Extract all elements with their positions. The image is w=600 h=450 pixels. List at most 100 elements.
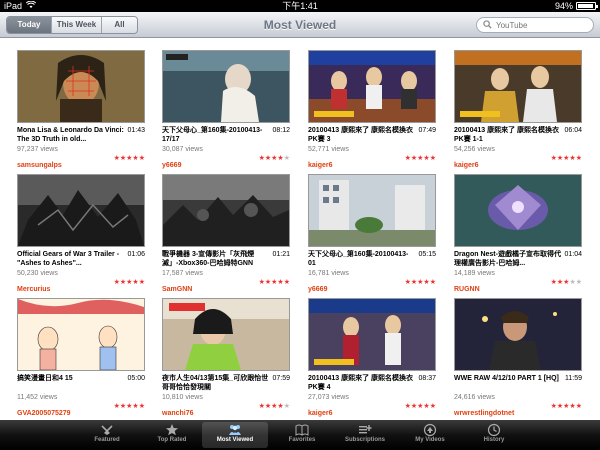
- video-thumbnail[interactable]: [162, 50, 290, 123]
- video-title[interactable]: WWE RAW 4/12/10 PART 1 [HQ]: [454, 374, 562, 392]
- video-card[interactable]: 搞笑漫畫日和4 15 05:00 11,452 views GVA2005075279…: [17, 298, 145, 417]
- video-author[interactable]: kaiger6: [454, 162, 479, 169]
- video-card[interactable]: 戰爭機器 3-宣傳影片「灰飛煙滅」-Xbox360-巴哈姆特GNN 01:21 17…: [162, 174, 290, 293]
- tab-featured[interactable]: Featured: [74, 420, 140, 450]
- battery-icon: [576, 2, 598, 10]
- video-views: 52,771 views: [308, 146, 349, 153]
- star-rating: ★★★★★: [114, 278, 145, 287]
- tab-top-rated[interactable]: Top Rated: [139, 420, 205, 450]
- video-thumbnail[interactable]: [17, 298, 145, 371]
- video-author[interactable]: Mercurius: [17, 286, 50, 293]
- video-author[interactable]: wanchi76: [162, 410, 194, 417]
- star-rating: ★★★★★: [114, 402, 145, 411]
- video-title[interactable]: 戰爭機器 3-宣傳影片「灰飛煙滅」-Xbox360-巴哈姆特GNN: [162, 250, 270, 268]
- stars-off: ★: [283, 403, 290, 410]
- stars-off: ★★: [569, 279, 582, 286]
- video-thumbnail[interactable]: [162, 298, 290, 371]
- tab-subscriptions[interactable]: Subscriptions: [332, 420, 398, 450]
- video-views: 97,237 views: [17, 146, 58, 153]
- video-title[interactable]: Dragon Nest-遊戲橘子宣布取得代理權廣告影片-巴哈姆...: [454, 250, 562, 268]
- stars-on: ★★★★★: [113, 155, 145, 162]
- video-views: 14,189 views: [454, 270, 495, 277]
- video-author[interactable]: kaiger6: [308, 162, 333, 169]
- star-rating: ★★★★★: [259, 154, 290, 163]
- video-card[interactable]: 20100413 康熙來了 康熙名模換衣PK賽 1-1 06:04 54,256 v…: [454, 50, 582, 169]
- search-field[interactable]: [476, 17, 594, 33]
- video-duration: 01:21: [272, 251, 290, 258]
- video-author[interactable]: GVA2005075279: [17, 410, 71, 417]
- video-title[interactable]: 天下父母心_第160集-20100413-01: [308, 250, 416, 268]
- video-card[interactable]: 20100413 康熙來了 康熙名模換衣PK賽 3 07:49 52,771 vie…: [308, 50, 436, 169]
- tab-label: Top Rated: [157, 437, 187, 443]
- video-title[interactable]: Mona Lisa & Leonardo Da Vinci: The 3D Tr…: [17, 126, 125, 144]
- video-title[interactable]: 天下父母心_第160集-20100413-17/17: [162, 126, 270, 144]
- video-card[interactable]: Mona Lisa & Leonardo Da Vinci: The 3D Tr…: [17, 50, 145, 169]
- video-author[interactable]: samsungalps: [17, 162, 62, 169]
- video-views: 16,781 views: [308, 270, 349, 277]
- video-title[interactable]: 夜市人生04/13第15集_可欣跟怡世哥哥恰恰發現關: [162, 374, 270, 392]
- video-author[interactable]: wrwrestlingdotnet: [454, 410, 514, 417]
- video-views: 30,087 views: [162, 146, 203, 153]
- video-title[interactable]: Official Gears of War 3 Trailer - "Ashes…: [17, 250, 125, 268]
- video-duration: 11:59: [565, 375, 582, 382]
- video-title[interactable]: 搞笑漫畫日和4 15: [17, 374, 125, 392]
- video-thumbnail[interactable]: [17, 50, 145, 123]
- video-views: 24,616 views: [454, 394, 495, 401]
- stars-on: ★★★: [550, 279, 570, 286]
- star-rating: ★★★★★: [114, 154, 145, 163]
- video-card[interactable]: Official Gears of War 3 Trailer - "Ashes…: [17, 174, 145, 293]
- video-thumbnail[interactable]: [162, 174, 290, 247]
- video-title[interactable]: 20100413 康熙來了 康熙名模換衣PK賽 1-1: [454, 126, 562, 144]
- video-card[interactable]: WWE RAW 4/12/10 PART 1 [HQ] 11:59 24,616 v…: [454, 298, 582, 417]
- stars-on: ★★★★★: [258, 279, 290, 286]
- video-card[interactable]: 天下父母心_第160集-20100413-17/17 08:12 30,087 vi…: [162, 50, 290, 169]
- star-rating: ★★★★★: [405, 278, 436, 287]
- video-author[interactable]: y6669: [308, 286, 327, 293]
- video-thumbnail[interactable]: [17, 174, 145, 247]
- battery-percent: 94%: [554, 1, 573, 11]
- video-duration: 05:00: [127, 375, 145, 382]
- tab-bar: Featured Top Rated Most Viewed Favorites Sub…: [0, 420, 600, 450]
- video-title[interactable]: 20100413 康熙來了 康熙名模換衣PK賽 3: [308, 126, 416, 144]
- video-title[interactable]: 20100413 康熙來了 康熙名模換衣PK賽 4: [308, 374, 416, 392]
- star-rating: ★★★★★: [551, 278, 582, 287]
- video-thumbnail[interactable]: [308, 50, 436, 123]
- video-views: 11,452 views: [17, 394, 58, 401]
- video-card[interactable]: 20100413 康熙來了 康熙名模換衣PK賽 4 08:37 27,073 vie…: [308, 298, 436, 417]
- video-author[interactable]: RUGNN: [454, 286, 480, 293]
- video-card[interactable]: 夜市人生04/13第15集_可欣跟怡世哥哥恰恰發現關 07:59 10,810 vi…: [162, 298, 290, 417]
- book-icon: [295, 424, 309, 436]
- star-rating: ★★★★★: [405, 154, 436, 163]
- star-rating: ★★★★★: [259, 278, 290, 287]
- video-duration: 05:15: [418, 251, 436, 258]
- video-duration: 08:37: [418, 375, 436, 382]
- video-author[interactable]: SamGNN: [162, 286, 192, 293]
- video-duration: 08:12: [272, 127, 290, 134]
- star-rating: ★★★★★: [551, 154, 582, 163]
- tab-my-videos[interactable]: My Videos: [397, 420, 463, 450]
- video-views: 50,230 views: [17, 270, 58, 277]
- video-thumbnail[interactable]: [308, 174, 436, 247]
- stars-on: ★★★★★: [404, 279, 436, 286]
- subscriptions-icon: [359, 425, 372, 434]
- video-thumbnail[interactable]: [454, 298, 582, 371]
- video-thumbnail[interactable]: [308, 298, 436, 371]
- star-rating: ★★★★★: [551, 402, 582, 411]
- search-input[interactable]: [496, 20, 592, 30]
- tab-label: Featured: [94, 437, 120, 443]
- video-author[interactable]: kaiger6: [308, 410, 333, 417]
- tab-most-viewed[interactable]: Most Viewed: [202, 422, 268, 448]
- stars-on: ★★★★★: [550, 403, 582, 410]
- video-grid: Mona Lisa & Leonardo Da Vinci: The 3D Tr…: [0, 38, 600, 420]
- tab-favorites[interactable]: Favorites: [269, 420, 335, 450]
- video-card[interactable]: 天下父母心_第160集-20100413-01 05:15 16,781 views…: [308, 174, 436, 293]
- video-thumbnail[interactable]: [454, 174, 582, 247]
- video-duration: 06:04: [564, 127, 582, 134]
- featured-icon: [101, 425, 113, 435]
- video-card[interactable]: Dragon Nest-遊戲橘子宣布取得代理權廣告影片-巴哈姆... 01:04 1…: [454, 174, 582, 293]
- video-duration: 01:06: [127, 251, 145, 258]
- video-author[interactable]: y6669: [162, 162, 181, 169]
- tab-history[interactable]: History: [461, 420, 527, 450]
- video-thumbnail[interactable]: [454, 50, 582, 123]
- video-duration: 07:49: [418, 127, 436, 134]
